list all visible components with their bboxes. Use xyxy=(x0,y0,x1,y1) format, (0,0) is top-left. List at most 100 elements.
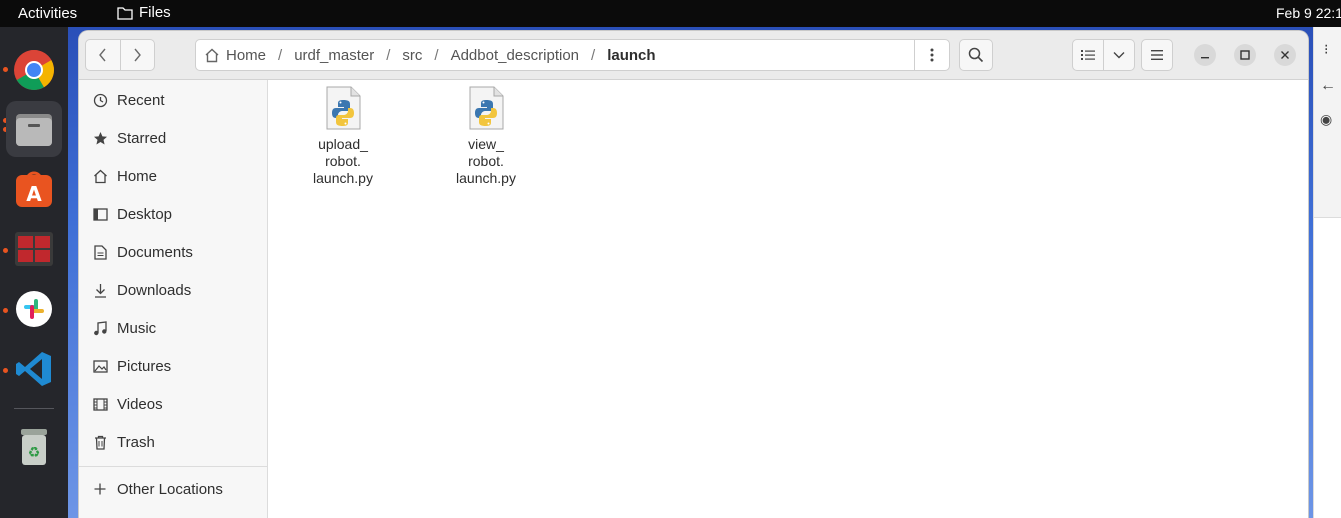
path-bar: Home / urdf_master / src / Addbot_descri… xyxy=(195,39,950,71)
path-menu-button[interactable] xyxy=(914,40,949,70)
file-name-line: robot. xyxy=(325,153,361,169)
sidebar-item-desktop[interactable]: Desktop xyxy=(79,197,267,231)
breadcrumb-src[interactable]: src xyxy=(402,47,422,64)
sidebar-item-videos[interactable]: Videos xyxy=(79,387,267,421)
sidebar-item-trash[interactable]: Trash xyxy=(79,425,267,459)
globe-icon: ◉ xyxy=(1320,111,1333,127)
tab-icon: ⁝ xyxy=(1324,41,1329,57)
search-button[interactable] xyxy=(959,39,993,71)
minimize-button[interactable] xyxy=(1194,44,1216,66)
slack-icon[interactable] xyxy=(6,281,62,337)
file-name-line: upload_ xyxy=(318,136,368,152)
sidebar-item-label: Pictures xyxy=(117,357,172,375)
breadcrumb-separator: / xyxy=(591,46,596,64)
back-button[interactable] xyxy=(86,40,120,70)
sidebar-item-starred[interactable]: Starred xyxy=(79,121,267,155)
music-icon xyxy=(92,320,108,336)
trash-icon[interactable]: ♻ xyxy=(6,419,62,475)
sidebar-item-home[interactable]: Home xyxy=(79,159,267,193)
file-item[interactable]: upload_ robot. launch.py xyxy=(298,86,388,187)
close-icon xyxy=(1281,51,1289,59)
sidebar-item-label: Music xyxy=(117,319,157,337)
chevron-right-icon xyxy=(134,48,142,62)
breadcrumb-label: Home xyxy=(226,46,267,64)
files-window: Home / urdf_master / src / Addbot_descri… xyxy=(79,31,1308,518)
vscode-icon[interactable] xyxy=(6,341,62,397)
activities-button[interactable]: Activities xyxy=(18,5,77,22)
file-name-line: launch.py xyxy=(456,170,516,186)
background-window-toolbar: ⁝ ← ◉ xyxy=(1314,27,1341,218)
sidebar-item-label: Desktop xyxy=(117,205,173,223)
sidebar-item-downloads[interactable]: Downloads xyxy=(79,273,267,307)
clock[interactable]: Feb 9 22:1 xyxy=(1276,5,1341,21)
sidebar-item-label: Home xyxy=(117,167,158,185)
chevron-down-icon xyxy=(1113,52,1125,59)
terminal-app-icon[interactable] xyxy=(6,221,62,277)
desktop-icon xyxy=(92,206,108,222)
sidebar-item-label: Other Locations xyxy=(117,480,223,498)
sidebar-item-label: Videos xyxy=(117,395,163,413)
file-name-line: launch.py xyxy=(313,170,373,186)
home-icon xyxy=(92,168,108,184)
background-window[interactable]: ⁝ ← ◉ xyxy=(1313,27,1341,518)
breadcrumb-separator: / xyxy=(386,46,391,64)
back-arrow-icon[interactable]: ← xyxy=(1320,77,1336,95)
close-button[interactable] xyxy=(1274,44,1296,66)
header-bar: Home / urdf_master / src / Addbot_descri… xyxy=(79,31,1308,80)
maximize-icon xyxy=(1240,50,1250,60)
maximize-button[interactable] xyxy=(1234,44,1256,66)
minimize-icon xyxy=(1201,57,1209,59)
chrome-icon[interactable] xyxy=(6,42,62,98)
sidebar-item-other-locations[interactable]: Other Locations xyxy=(79,472,267,506)
file-name-line: robot. xyxy=(468,153,504,169)
sidebar-item-label: Documents xyxy=(117,243,193,261)
list-view-icon xyxy=(1081,50,1095,60)
hamburger-menu-icon xyxy=(1151,50,1163,60)
forward-button[interactable] xyxy=(119,40,155,70)
picture-icon xyxy=(92,358,108,374)
search-icon xyxy=(968,47,984,63)
folder-icon xyxy=(117,6,133,20)
sidebar-item-label: Recent xyxy=(117,91,165,109)
view-options-button[interactable] xyxy=(1103,40,1134,70)
python-file-icon xyxy=(325,86,361,130)
app-name: Files xyxy=(139,4,171,21)
navigation-buttons xyxy=(85,39,155,71)
home-icon xyxy=(205,48,219,62)
chevron-left-icon xyxy=(98,48,106,62)
view-toggle-group xyxy=(1072,39,1135,71)
breadcrumb-urdf-master[interactable]: urdf_master xyxy=(294,47,374,64)
svg-text:A: A xyxy=(26,182,42,206)
document-icon xyxy=(92,244,108,260)
vertical-dots-icon xyxy=(930,48,934,62)
app-center-icon[interactable]: A xyxy=(6,161,62,217)
breadcrumb-separator: / xyxy=(434,46,439,64)
sidebar-item-label: Trash xyxy=(117,433,155,451)
file-view[interactable]: upload_ robot. launch.py view_ robot. la… xyxy=(268,80,1308,518)
files-icon[interactable] xyxy=(6,101,62,157)
trash-icon xyxy=(92,434,108,450)
sidebar-item-pictures[interactable]: Pictures xyxy=(79,349,267,383)
python-file-icon xyxy=(468,86,504,130)
sidebar-item-label: Downloads xyxy=(117,281,192,299)
breadcrumb-home[interactable]: Home xyxy=(196,47,266,64)
app-menu[interactable]: Files xyxy=(117,4,171,21)
breadcrumb-launch[interactable]: launch xyxy=(607,47,655,64)
sidebar-item-documents[interactable]: Documents xyxy=(79,235,267,269)
sidebar: Recent Starred Home Desktop Documents Do… xyxy=(79,80,268,518)
list-view-button[interactable] xyxy=(1073,40,1103,70)
dock: A ♻ xyxy=(0,27,68,518)
dock-separator xyxy=(14,408,54,409)
main-menu-button[interactable] xyxy=(1141,39,1173,71)
plus-icon xyxy=(92,481,108,497)
file-name-line: view_ xyxy=(468,136,504,152)
file-item[interactable]: view_ robot. launch.py xyxy=(441,86,531,187)
download-icon xyxy=(92,282,108,298)
sidebar-item-music[interactable]: Music xyxy=(79,311,267,345)
breadcrumb-separator: / xyxy=(278,46,283,64)
sidebar-item-recent[interactable]: Recent xyxy=(79,83,267,117)
video-icon xyxy=(92,396,108,412)
breadcrumb-addbot-description[interactable]: Addbot_description xyxy=(451,47,579,64)
top-bar: Activities Files Feb 9 22:1 xyxy=(0,0,1341,27)
sidebar-item-label: Starred xyxy=(117,129,167,147)
